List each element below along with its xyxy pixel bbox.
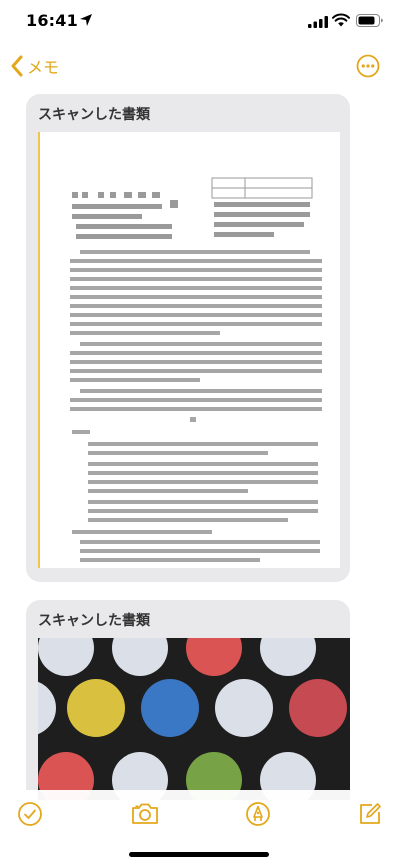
scanned-photo-card[interactable]: スキャンした書類: [26, 600, 350, 800]
home-indicator[interactable]: [129, 852, 269, 857]
battery-icon: [356, 14, 383, 27]
ellipsis-circle-icon[interactable]: [356, 54, 380, 78]
back-button[interactable]: メモ: [10, 50, 59, 82]
compose-icon[interactable]: [356, 800, 384, 828]
scanned-document-card[interactable]: スキャンした書類: [26, 94, 350, 582]
scanned-photo-thumbnail[interactable]: [26, 620, 350, 800]
location-arrow-icon: [80, 14, 92, 26]
back-label: メモ: [27, 58, 60, 77]
attachment-title: スキャンした書類: [38, 107, 150, 123]
wifi-icon: [332, 13, 350, 27]
scanned-photo-image: [26, 620, 350, 800]
checkmark-circle-icon[interactable]: [16, 800, 44, 828]
scanned-document-thumbnail[interactable]: [38, 132, 340, 568]
cellular-signal-icon: [308, 16, 328, 28]
status-time: 16:41: [26, 11, 78, 30]
pen-circle-icon[interactable]: [244, 800, 272, 828]
attachment-title: スキャンした書類: [38, 613, 150, 629]
status-bar: 16:41: [0, 0, 400, 44]
scanned-document-image: [70, 177, 322, 562]
camera-icon[interactable]: [130, 800, 160, 828]
navigation-bar: メモ: [0, 44, 400, 88]
chevron-left-icon: [11, 55, 23, 77]
